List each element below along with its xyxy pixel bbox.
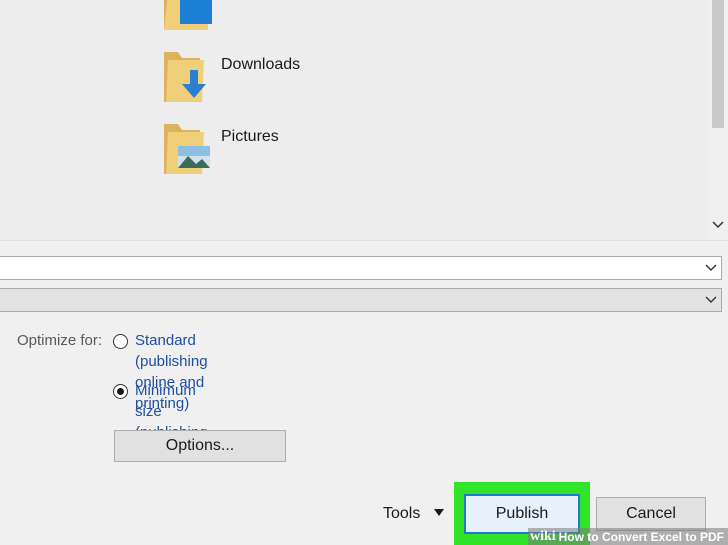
scroll-down-icon[interactable] [710, 216, 726, 234]
optimize-for-label: Optimize for: [17, 332, 103, 349]
tools-menu-label[interactable]: Tools [383, 505, 420, 523]
vertical-scrollbar[interactable] [708, 0, 728, 240]
folder-label: Pictures [221, 128, 279, 145]
pictures-folder-icon [164, 124, 210, 174]
folder-item-downloads[interactable]: Downloads [162, 50, 422, 110]
folder-item-desktop[interactable] [162, 0, 422, 38]
cancel-button[interactable]: Cancel [596, 497, 706, 531]
desktop-folder-icon [164, 0, 212, 30]
scrollbar-thumb[interactable] [712, 0, 724, 128]
watermark: wiki How to Convert Excel to PDF [527, 528, 728, 545]
folder-label: Downloads [221, 56, 301, 73]
folder-item-pictures[interactable]: Pictures [162, 122, 422, 182]
save-as-type-combobox[interactable] [0, 288, 722, 312]
watermark-title: How to Convert Excel to PDF [558, 529, 724, 544]
options-button[interactable]: Options... [114, 430, 286, 462]
file-name-combobox[interactable] [0, 256, 722, 280]
radio-minimum-button[interactable] [113, 384, 128, 399]
chevron-down-icon[interactable] [703, 260, 719, 276]
downloads-folder-icon [164, 52, 206, 102]
caret-down-icon[interactable] [434, 509, 444, 516]
divider [0, 240, 728, 241]
watermark-brand: wiki [529, 528, 556, 544]
radio-standard-button[interactable] [113, 334, 128, 349]
file-list-pane[interactable]: Downloads Pictures [0, 0, 708, 240]
chevron-down-icon[interactable] [703, 292, 719, 308]
